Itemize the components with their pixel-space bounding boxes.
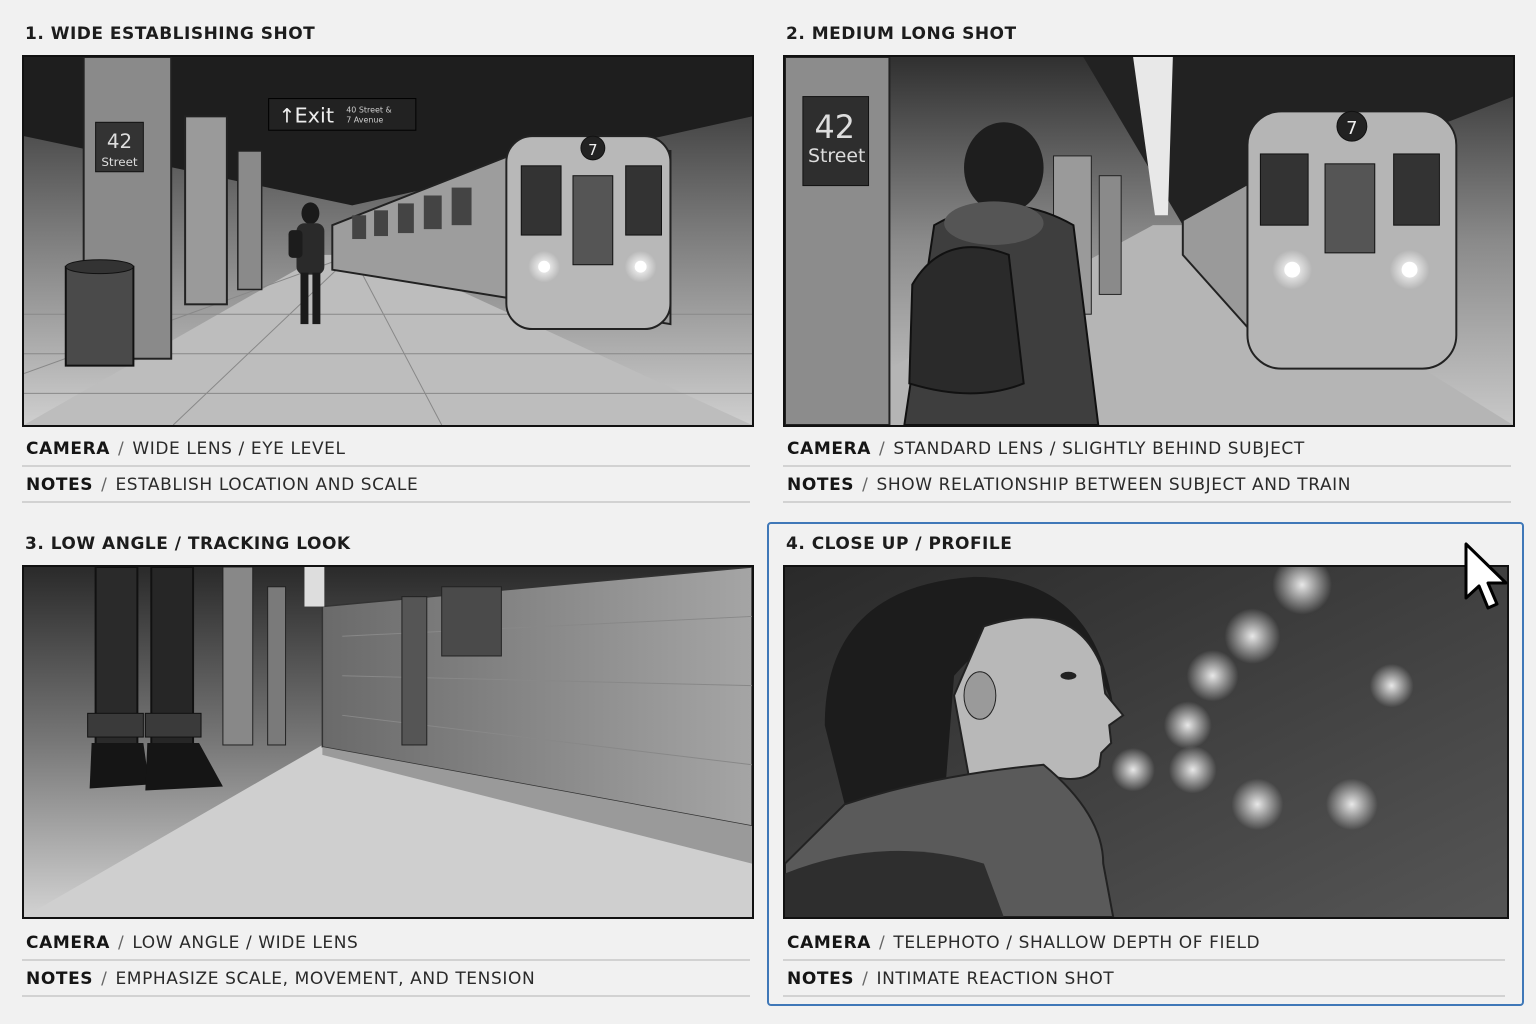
svg-text:7: 7: [588, 141, 597, 159]
separator: /: [879, 439, 886, 459]
panel-image-low-angle[interactable]: [22, 565, 754, 919]
separator: /: [118, 933, 125, 953]
camera-label: CAMERA: [787, 933, 872, 953]
notes-value: EMPHASIZE SCALE, MOVEMENT, AND TENSION: [115, 969, 536, 989]
storyboard-panel-1[interactable]: 1. WIDE ESTABLISHING SHOT 42 Street ↑ Ex…: [22, 22, 754, 504]
svg-text:Street: Street: [808, 146, 865, 167]
notes-row: NOTES / SHOW RELATIONSHIP BETWEEN SUBJEC…: [783, 469, 1511, 503]
notes-row: NOTES / EMPHASIZE SCALE, MOVEMENT, AND T…: [22, 963, 750, 997]
notes-value: INTIMATE REACTION SHOT: [876, 969, 1115, 989]
subway-platform-sketch: 42 Street ↑ Exit 40 Street & 7 Avenue 7: [24, 57, 752, 425]
svg-text:7 Avenue: 7 Avenue: [346, 115, 383, 124]
separator: /: [101, 969, 108, 989]
camera-label: CAMERA: [26, 933, 111, 953]
svg-text:42: 42: [107, 130, 132, 153]
panel-image-wide-platform[interactable]: 42 Street ↑ Exit 40 Street & 7 Avenue 7: [22, 55, 754, 427]
camera-value: WIDE LENS / EYE LEVEL: [132, 439, 346, 459]
svg-text:↑: ↑: [279, 104, 296, 127]
separator: /: [879, 933, 886, 953]
panel-title: 4. CLOSE UP / PROFILE: [786, 534, 1013, 554]
camera-row: CAMERA / STANDARD LENS / SLIGHTLY BEHIND…: [783, 433, 1511, 467]
camera-value: TELEPHOTO / SHALLOW DEPTH OF FIELD: [893, 933, 1261, 953]
storyboard-panel-4[interactable]: 4. CLOSE UP / PROFILE CAMERA / TELEPHOTO…: [783, 532, 1509, 1002]
camera-value: STANDARD LENS / SLIGHTLY BEHIND SUBJECT: [893, 439, 1305, 459]
separator: /: [862, 475, 869, 495]
svg-text:7: 7: [1346, 118, 1357, 139]
storyboard-panel-3[interactable]: 3. LOW ANGLE / TRACKING LOOK CAMERA / LO…: [22, 532, 754, 1002]
camera-notes-row: CAMERA / WIDE LENS / EYE LEVEL: [22, 433, 750, 467]
camera-label: CAMERA: [787, 439, 872, 459]
camera-label: CAMERA: [26, 439, 111, 459]
notes-row: NOTES / INTIMATE REACTION SHOT: [783, 963, 1505, 997]
separator: /: [101, 475, 108, 495]
panel-image-close-up[interactable]: [783, 565, 1509, 919]
panel-title: 3. LOW ANGLE / TRACKING LOOK: [25, 534, 351, 554]
panel-title: 2. MEDIUM LONG SHOT: [786, 24, 1017, 44]
notes-value: ESTABLISH LOCATION AND SCALE: [115, 475, 419, 495]
camera-row: CAMERA / TELEPHOTO / SHALLOW DEPTH OF FI…: [783, 927, 1505, 961]
notes-label: NOTES: [787, 475, 855, 495]
arrow-cursor-icon: [1462, 542, 1510, 612]
notes-label: NOTES: [26, 969, 94, 989]
notes-label: NOTES: [26, 475, 94, 495]
separator: /: [862, 969, 869, 989]
profile-close-up-sketch: [785, 567, 1507, 917]
storyboard-panel-2[interactable]: 2. MEDIUM LONG SHOT 42 Street 7 CAMERA /…: [783, 22, 1515, 504]
notes-label: NOTES: [787, 969, 855, 989]
panel-title: 1. WIDE ESTABLISHING SHOT: [25, 24, 316, 44]
camera-row: CAMERA / LOW ANGLE / WIDE LENS: [22, 927, 750, 961]
svg-text:42: 42: [814, 110, 854, 146]
notes-row: NOTES / ESTABLISH LOCATION AND SCALE: [22, 469, 750, 503]
svg-text:Exit: Exit: [295, 103, 335, 127]
separator: /: [118, 439, 125, 459]
camera-value: LOW ANGLE / WIDE LENS: [132, 933, 359, 953]
svg-text:Street: Street: [101, 155, 138, 169]
notes-value: SHOW RELATIONSHIP BETWEEN SUBJECT AND TR…: [876, 475, 1352, 495]
svg-text:40 Street &: 40 Street &: [346, 105, 391, 114]
low-angle-platform-sketch: [24, 567, 752, 917]
panel-image-medium-shot[interactable]: 42 Street 7: [783, 55, 1515, 427]
subject-and-train-sketch: 42 Street 7: [785, 57, 1513, 425]
